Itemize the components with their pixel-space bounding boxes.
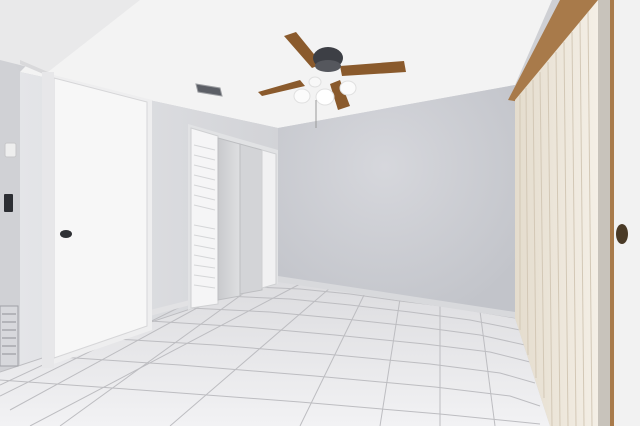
fan-light-4 — [308, 76, 322, 88]
fan-motor-ring — [315, 60, 341, 72]
room-illustration — [0, 0, 640, 426]
doorway-right — [612, 0, 640, 426]
fan-light-2 — [315, 88, 335, 106]
doorway-knob[interactable] — [616, 224, 628, 244]
light-switch[interactable] — [4, 194, 13, 212]
thermostat[interactable] — [4, 142, 17, 158]
fan-light-3 — [339, 80, 357, 96]
fan-light-1 — [293, 88, 311, 104]
room-photo — [0, 0, 640, 426]
floor-vent — [0, 305, 19, 367]
mirrored-closet-door-2[interactable] — [239, 143, 263, 295]
louvered-closet-door-2[interactable] — [261, 149, 277, 289]
door-jamb-right — [598, 0, 612, 426]
doorway-trim — [610, 0, 614, 426]
closet-door[interactable] — [53, 77, 148, 359]
door-knob[interactable] — [60, 230, 72, 238]
mirrored-closet-door[interactable] — [217, 137, 241, 301]
door-frame-left-edge — [42, 72, 54, 368]
